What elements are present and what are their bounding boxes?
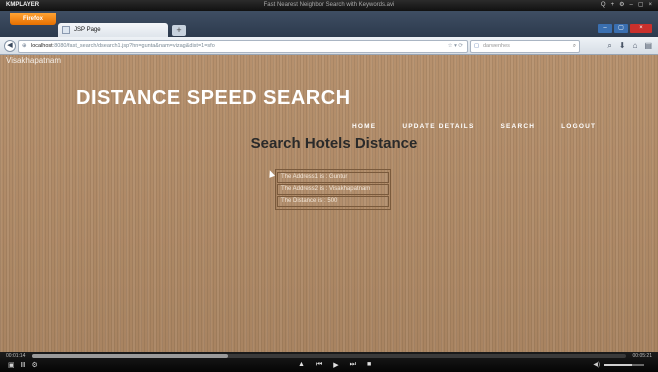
player-search-icon[interactable]: Q <box>601 0 606 11</box>
maximize-button[interactable]: ▢ <box>614 24 628 33</box>
playlist-icon[interactable]: Ⅲ <box>21 361 26 369</box>
downloads-icon[interactable]: ⬇ <box>619 39 626 52</box>
home-icon[interactable]: ⌂ <box>633 39 638 52</box>
total-time: 00:05:21 <box>632 353 652 359</box>
toolbar-icons: ⌕ ⬇ ⌂ ▤ <box>607 39 652 52</box>
player-close-icon[interactable]: × <box>648 0 652 11</box>
result-row-address2: The Address2 is : Visakhapatnam <box>277 184 389 195</box>
browser-tab-jsp-page[interactable]: JSP Page <box>58 23 168 37</box>
search-text: darwenhes <box>483 43 510 49</box>
find-icon[interactable]: ⌕ <box>607 39 611 52</box>
web-page: Visakhapatnam DISTANCE SPEED SEARCH HOME… <box>0 55 658 352</box>
volume-icon[interactable]: ◀) <box>593 361 600 368</box>
nav-search-link[interactable]: SEARCH <box>500 123 535 130</box>
result-row-address1: The Address1 is : Guntur <box>277 172 389 183</box>
window-controls: – ▢ × <box>598 24 652 33</box>
user-city-label: Visakhapatnam <box>6 56 61 65</box>
player-minimize-icon[interactable]: – <box>629 0 632 11</box>
seek-bar[interactable] <box>32 354 626 358</box>
next-icon[interactable]: ⏭ <box>350 361 356 369</box>
page-heading: Search Hotels Distance <box>250 135 418 152</box>
screen-icon[interactable]: ▣ <box>8 361 15 369</box>
player-left-controls: ▣ Ⅲ ⚙ <box>8 361 38 369</box>
player-pin-icon[interactable]: + <box>611 0 615 11</box>
bookmark-star-icon[interactable]: ☆ ▾ ⟳ <box>448 41 463 52</box>
transport-controls: ▲ ⏮ ▶ ⏭ ■ <box>298 361 371 369</box>
previous-icon[interactable]: ⏮ <box>316 361 322 369</box>
browser-navigation-bar: ◀ ⊕ localhost:8080/fast_search/dsearch1.… <box>0 37 658 55</box>
page-favicon-icon <box>62 26 70 34</box>
browser-tab-bar: Firefox JSP Page + – ▢ × <box>0 11 658 37</box>
mouse-cursor-icon <box>266 169 276 178</box>
menu-icon[interactable]: ▤ <box>644 39 652 52</box>
new-tab-button[interactable]: + <box>172 25 186 36</box>
play-icon[interactable]: ▶ <box>333 361 338 369</box>
current-time: 00:01:14 <box>6 353 26 359</box>
search-engine-icon[interactable]: ▢ <box>474 41 479 52</box>
address-bar[interactable]: ⊕ localhost:8080/fast_search/dsearch1.js… <box>18 40 468 53</box>
back-arrow-icon[interactable]: ◀ <box>4 40 16 52</box>
url-path: :8080/fast_search/dsearch1.jsp?hn=gunta&… <box>52 43 215 49</box>
search-bar[interactable]: ▢ darwenhes ⌕ <box>470 40 580 53</box>
nav-home-link[interactable]: HOME <box>352 123 376 130</box>
stop-icon[interactable]: ■ <box>367 361 371 369</box>
player-titlebar: KMPLAYER Fast Nearest Neighbor Search wi… <box>0 0 658 11</box>
eject-icon[interactable]: ▲ <box>298 361 305 369</box>
player-control-bar: 00:01:14 00:05:21 ▣ Ⅲ ⚙ ▲ ⏮ ▶ ⏭ ■ ◀) <box>0 352 658 372</box>
volume-slider[interactable] <box>604 364 644 366</box>
result-row-distance: The Distance is : 500 <box>277 196 389 207</box>
nav-logout-link[interactable]: LOGOUT <box>561 123 596 130</box>
search-icon[interactable]: ⌕ <box>573 41 576 52</box>
site-identity-icon[interactable]: ⊕ <box>22 41 27 52</box>
main-navigation: HOME UPDATE DETAILS SEARCH LOGOUT <box>352 123 622 130</box>
tab-title: JSP Page <box>74 27 101 33</box>
nav-update-details-link[interactable]: UPDATE DETAILS <box>402 123 474 130</box>
player-video-title: Fast Nearest Neighbor Search with Keywor… <box>263 2 395 8</box>
seek-progress <box>32 354 229 358</box>
player-settings-icon[interactable]: ⚙ <box>619 0 624 11</box>
volume-level <box>604 364 632 366</box>
results-table: The Address1 is : Guntur The Address2 is… <box>275 169 391 210</box>
site-title: DISTANCE SPEED SEARCH <box>76 87 351 109</box>
preferences-icon[interactable]: ⚙ <box>31 361 37 369</box>
url-host: localhost <box>31 43 53 49</box>
url-text: localhost:8080/fast_search/dsearch1.jsp?… <box>31 41 215 52</box>
close-button[interactable]: × <box>630 24 652 33</box>
player-window-controls: Q + ⚙ – ▢ × <box>601 0 652 11</box>
firefox-menu-button[interactable]: Firefox <box>10 13 56 25</box>
player-maximize-icon[interactable]: ▢ <box>638 0 644 11</box>
minimize-button[interactable]: – <box>598 24 612 33</box>
